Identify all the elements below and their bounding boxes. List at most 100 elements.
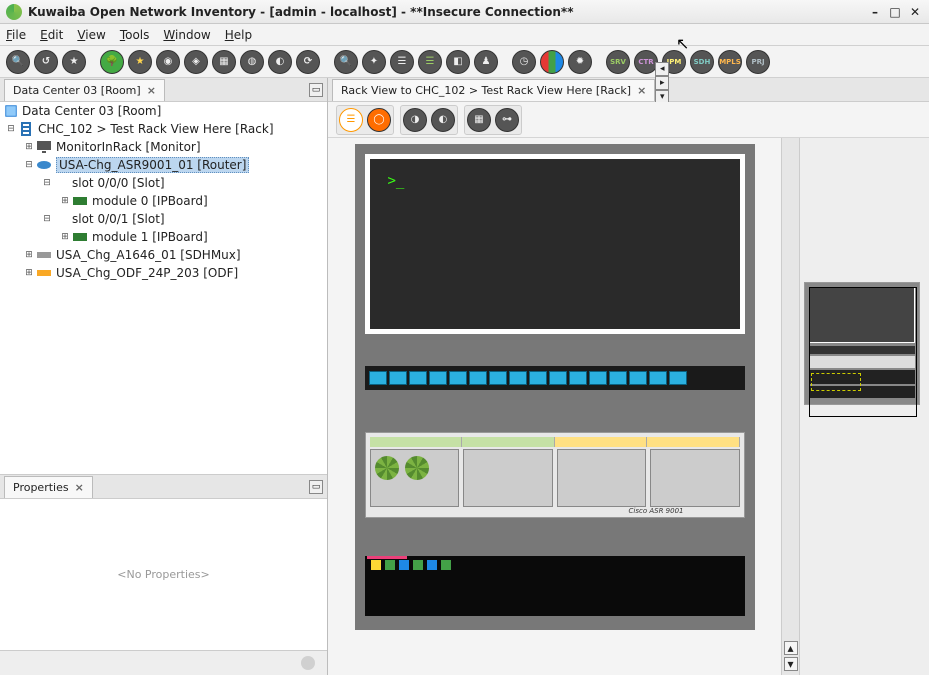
tree-root[interactable]: Data Center 03 [Room] [0,102,327,120]
expand-icon[interactable]: ⊞ [58,196,72,206]
package-icon[interactable]: ◧ [446,50,470,74]
tree-node-slot1[interactable]: ⊟ slot 0/0/1 [Slot] [0,210,327,228]
tree-node-mod1[interactable]: ⊞ module 1 [IPBoard] [0,228,327,246]
scroll-up-icon[interactable]: ▴ [784,641,798,655]
rack-unit-patch-panel[interactable] [365,366,745,390]
network-2-icon[interactable]: ◈ [184,50,208,74]
rack-unit-router[interactable]: Cisco ASR 9001 [365,432,745,518]
port-icon[interactable] [429,371,447,385]
star-icon[interactable]: ★ [128,50,152,74]
tree-node-mod0[interactable]: ⊞ module 0 [IPBoard] [0,192,327,210]
tree-node-router[interactable]: ⊟ USA-Chg_ASR9001_01 [Router] [0,156,327,174]
menu-help[interactable]: Help [225,28,252,42]
scroll-right-icon[interactable]: ▸ [655,76,669,90]
favorite-icon[interactable]: ★ [62,50,86,74]
refresh-icon[interactable]: ☰ [339,108,363,132]
pointer-icon[interactable]: ◑ [403,108,427,132]
overview-viewport[interactable] [809,287,917,417]
clock-2-icon[interactable]: ✹ [568,50,592,74]
minimize-button[interactable]: – [867,4,883,20]
minimize-pane-icon[interactable]: ▭ [309,480,323,494]
rackview-tab[interactable]: Rack View to CHC_102 > Test Rack View He… [332,79,655,101]
zoom-icon[interactable]: 🔍 [334,50,358,74]
port-icon[interactable] [649,371,667,385]
collapse-icon[interactable]: ⊟ [22,160,36,170]
srv-button[interactable]: SRV [606,50,630,74]
port-icon[interactable] [589,371,607,385]
scroll-left-icon[interactable]: ◂ [655,62,669,76]
scroll-down-icon[interactable]: ▾ [784,657,798,671]
tree-node-slot0[interactable]: ⊟ slot 0/0/0 [Slot] [0,174,327,192]
expand-icon[interactable]: ⊞ [58,232,72,242]
chart-icon[interactable] [540,50,564,74]
overview-panel[interactable] [799,138,929,675]
nodes-icon[interactable]: ✦ [362,50,386,74]
expand-icon[interactable]: ⊟ [4,124,18,134]
overview-thumbnail[interactable] [804,282,920,405]
port-icon[interactable] [389,371,407,385]
menu-window[interactable]: Window [163,28,210,42]
clock-1-icon[interactable]: ◷ [512,50,536,74]
pan-icon[interactable]: ◐ [431,108,455,132]
close-button[interactable]: ✕ [907,4,923,20]
mpls-button[interactable]: MPLS [718,50,742,74]
user-icon[interactable]: ♟ [474,50,498,74]
collapse-icon[interactable]: ⊟ [40,214,54,224]
grid-icon[interactable]: ▦ [467,108,491,132]
tree-node-rack[interactable]: ⊟ CHC_102 > Test Rack View Here [Rack] [0,120,327,138]
list-2-icon[interactable]: ☰ [418,50,442,74]
tree-node-mux[interactable]: ⊞ USA_Chg_A1646_01 [SDHMux] [0,246,327,264]
close-tab-icon[interactable]: × [75,481,84,494]
port-icon[interactable] [549,371,567,385]
tree-view[interactable]: Data Center 03 [Room] ⊟ CHC_102 > Test R… [0,102,327,475]
globe-icon[interactable]: ◍ [240,50,264,74]
circle-o-icon[interactable]: ◯ [367,108,391,132]
router-card[interactable] [370,449,460,507]
list-1-icon[interactable]: ☰ [390,50,414,74]
rack-graphic[interactable]: >_ Cisco A [355,144,755,630]
port-icon[interactable] [469,371,487,385]
close-tab-icon[interactable]: × [147,84,156,97]
port-icon[interactable] [669,371,687,385]
expand-icon[interactable]: ⊞ [22,142,36,152]
vertical-scrollbar[interactable]: ▴ ▾ [781,138,799,675]
search-icon[interactable]: 🔍 [6,50,30,74]
router-card[interactable] [650,449,740,507]
menu-view[interactable]: View [77,28,105,42]
link-icon[interactable]: ⊶ [495,108,519,132]
properties-tab[interactable]: Properties × [4,476,93,498]
router-card[interactable] [463,449,553,507]
navigator-tab[interactable]: Data Center 03 [Room] × [4,79,165,101]
menu-edit[interactable]: Edit [40,28,63,42]
port-icon[interactable] [629,371,647,385]
rack-unit-mux[interactable] [365,556,745,616]
sync-icon[interactable]: ⟳ [296,50,320,74]
history-icon[interactable]: ↺ [34,50,58,74]
minimize-pane-icon[interactable]: ▭ [309,83,323,97]
port-icon[interactable] [509,371,527,385]
router-card[interactable] [557,449,647,507]
port-icon[interactable] [569,371,587,385]
audit-icon[interactable]: ◐ [268,50,292,74]
port-icon[interactable] [489,371,507,385]
sdh-button[interactable]: SDH [690,50,714,74]
menu-tools[interactable]: Tools [120,28,150,42]
tree-icon[interactable]: 🌳 [100,50,124,74]
port-icon[interactable] [369,371,387,385]
grid-icon[interactable]: ▦ [212,50,236,74]
maximize-button[interactable]: □ [887,4,903,20]
close-tab-icon[interactable]: × [637,84,646,97]
port-icon[interactable] [409,371,427,385]
expand-icon[interactable]: ⊞ [22,268,36,278]
tree-node-monitor[interactable]: ⊞ MonitorInRack [Monitor] [0,138,327,156]
expand-icon[interactable]: ⊞ [22,250,36,260]
network-1-icon[interactable]: ◉ [156,50,180,74]
menu-file[interactable]: File [6,28,26,42]
port-icon[interactable] [609,371,627,385]
port-icon[interactable] [449,371,467,385]
tree-node-odf[interactable]: ⊞ USA_Chg_ODF_24P_203 [ODF] [0,264,327,282]
collapse-icon[interactable]: ⊟ [40,178,54,188]
rack-canvas[interactable]: >_ Cisco A [328,138,781,675]
rack-unit-monitor[interactable]: >_ [365,154,745,334]
prj-button[interactable]: PRJ [746,50,770,74]
